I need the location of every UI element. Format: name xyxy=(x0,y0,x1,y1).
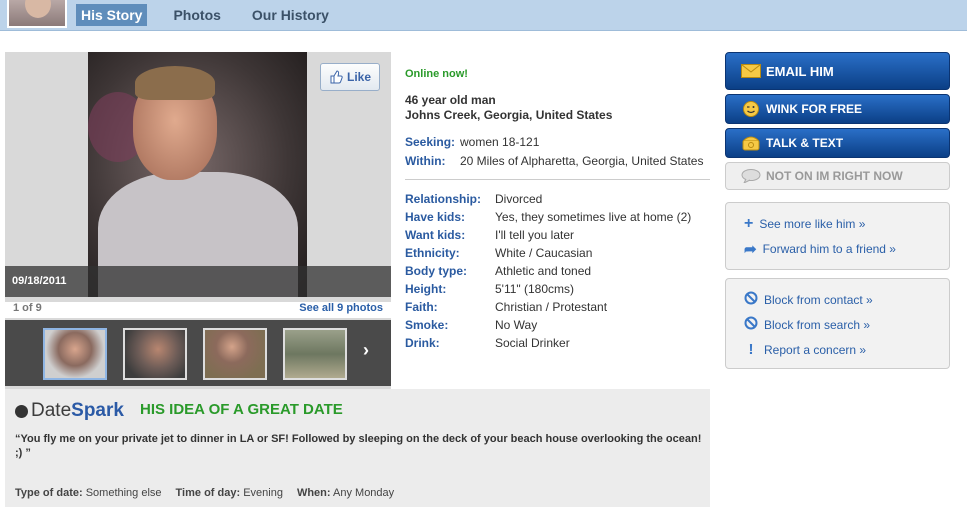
block-search-link[interactable]: Block from search » xyxy=(726,312,949,337)
photo-thumb-4[interactable] xyxy=(283,328,347,380)
share-links-box: + See more like him » ➦ Forward him to a… xyxy=(725,202,950,270)
detail-key: Want kids: xyxy=(405,228,466,242)
detail-value: Yes, they sometimes live at home (2) xyxy=(495,210,692,224)
photo-meta: 1 of 9 See all 9 photos xyxy=(5,302,391,318)
detail-value: I'll tell you later xyxy=(495,228,574,242)
profile-info: Online now! 46 year old man Johns Creek,… xyxy=(405,68,710,351)
envelope-icon xyxy=(740,62,762,80)
when-label: When: xyxy=(296,487,331,499)
phone-icon xyxy=(740,134,762,152)
within-value: 20 Miles of Alpharetta, Georgia, United … xyxy=(460,154,704,168)
thumbs-up-icon xyxy=(330,70,343,84)
safety-links-box: Block from contact » Block from search »… xyxy=(725,278,950,369)
block-icon xyxy=(744,291,758,308)
profile-tabs: His Story Photos Our History xyxy=(76,4,355,26)
photo-thumb-2[interactable] xyxy=(123,328,187,380)
detail-key: Faith: xyxy=(405,300,438,314)
block-search-label: Block from search » xyxy=(764,317,871,332)
see-more-like-him-link[interactable]: + See more like him » xyxy=(726,211,949,236)
photo-filmstrip: › xyxy=(5,320,391,386)
see-all-photos-link[interactable]: See all 9 photos xyxy=(299,302,383,314)
photo-thumb-3[interactable] xyxy=(203,328,267,380)
forward-arrow-icon: ➦ xyxy=(744,240,757,258)
talk-text-label: TALK & TEXT xyxy=(766,136,844,150)
wink-label: WINK FOR FREE xyxy=(766,102,862,116)
like-label: Like xyxy=(346,70,371,84)
detail-value: 5'11" (180cms) xyxy=(495,282,575,296)
email-him-label: EMAIL HIM xyxy=(766,63,834,79)
block-contact-link[interactable]: Block from contact » xyxy=(726,287,949,312)
datespark-quote: “You fly me on your private jet to dinne… xyxy=(15,433,702,459)
photo-date-bar: 09/18/2011 xyxy=(5,266,391,297)
when-value: Any Monday xyxy=(333,487,395,499)
report-label: Report a concern » xyxy=(764,342,867,357)
photo-panel: 09/18/2011 Like 1 of 9 See all 9 photos … xyxy=(5,52,391,389)
age-line: 46 year old man xyxy=(405,93,496,107)
chat-bubble-icon xyxy=(740,167,762,185)
wink-button[interactable]: WINK FOR FREE xyxy=(725,94,950,124)
talk-text-button[interactable]: TALK & TEXT xyxy=(725,128,950,158)
detail-key: Have kids: xyxy=(405,210,466,224)
photo-count: 1 of 9 xyxy=(13,302,42,314)
detail-value: No Way xyxy=(495,318,538,332)
seeking-section: Seeking: women 18-121 Within: 20 Miles o… xyxy=(405,135,710,169)
exclamation-icon: ! xyxy=(748,341,754,358)
tab-photos[interactable]: Photos xyxy=(168,4,225,26)
detail-value: Divorced xyxy=(495,192,543,206)
detail-key: Smoke: xyxy=(405,318,449,332)
forward-label: Forward him to a friend » xyxy=(762,241,896,256)
datespark-title: HIS IDEA OF A GREAT DATE xyxy=(140,401,343,418)
seeking-value: women 18-121 xyxy=(460,135,540,149)
im-status-label: NOT ON IM RIGHT NOW xyxy=(766,169,903,183)
tab-our-history[interactable]: Our History xyxy=(247,4,334,26)
divider xyxy=(405,179,710,180)
report-concern-link[interactable]: ! Report a concern » xyxy=(726,337,949,362)
tab-his-story[interactable]: His Story xyxy=(76,4,148,26)
detail-value: Athletic and toned xyxy=(495,264,592,278)
block-contact-label: Block from contact » xyxy=(764,292,873,307)
seeking-label: Seeking: xyxy=(405,135,456,149)
profile-details: Relationship: Divorced Have kids: Yes, t… xyxy=(405,192,710,351)
contact-actions: EMAIL HIM WINK FOR FREE TALK & TEXT NOT … xyxy=(725,52,950,194)
within-label: Within: xyxy=(405,154,446,168)
like-button[interactable]: Like xyxy=(320,63,380,91)
online-status: Online now! xyxy=(405,68,468,80)
chevron-right-icon[interactable]: › xyxy=(363,340,369,361)
detail-value: Christian / Protestant xyxy=(495,300,608,314)
im-status-button: NOT ON IM RIGHT NOW xyxy=(725,162,950,190)
location-line: Johns Creek, Georgia, United States xyxy=(405,108,613,122)
photo-date: 09/18/2011 xyxy=(12,275,67,287)
wink-smiley-icon xyxy=(740,100,762,118)
detail-key: Body type: xyxy=(405,264,468,278)
datespark-meta: Type of date: Something else Time of day… xyxy=(15,487,408,499)
block-icon xyxy=(744,316,758,333)
photo-thumb-1[interactable] xyxy=(43,328,107,380)
detail-key: Height: xyxy=(405,282,447,296)
detail-value: White / Caucasian xyxy=(495,246,593,260)
detail-key: Relationship: xyxy=(405,192,482,206)
main-profile-photo[interactable] xyxy=(88,52,307,297)
email-him-button[interactable]: EMAIL HIM xyxy=(725,52,950,90)
time-of-day-label: Time of day: xyxy=(175,487,241,499)
date-type-label: Type of date: xyxy=(15,487,83,499)
see-more-label: See more like him » xyxy=(759,216,866,231)
time-of-day-value: Evening xyxy=(243,487,283,499)
lightbulb-icon xyxy=(15,404,28,418)
profile-nav-bar: His Story Photos Our History xyxy=(0,0,967,31)
date-type-value: Something else xyxy=(85,487,162,499)
profile-thumbnail[interactable] xyxy=(7,0,67,28)
datespark-logo: DateSpark xyxy=(15,400,124,422)
profile-headline: 46 year old man Johns Creek, Georgia, Un… xyxy=(405,93,710,123)
detail-key: Drink: xyxy=(405,336,440,350)
detail-key: Ethnicity: xyxy=(405,246,460,260)
forward-to-friend-link[interactable]: ➦ Forward him to a friend » xyxy=(726,236,949,261)
detail-value: Social Drinker xyxy=(495,336,570,350)
plus-icon: + xyxy=(744,214,754,232)
datespark-section: DateSpark HIS IDEA OF A GREAT DATE “You … xyxy=(5,389,710,507)
